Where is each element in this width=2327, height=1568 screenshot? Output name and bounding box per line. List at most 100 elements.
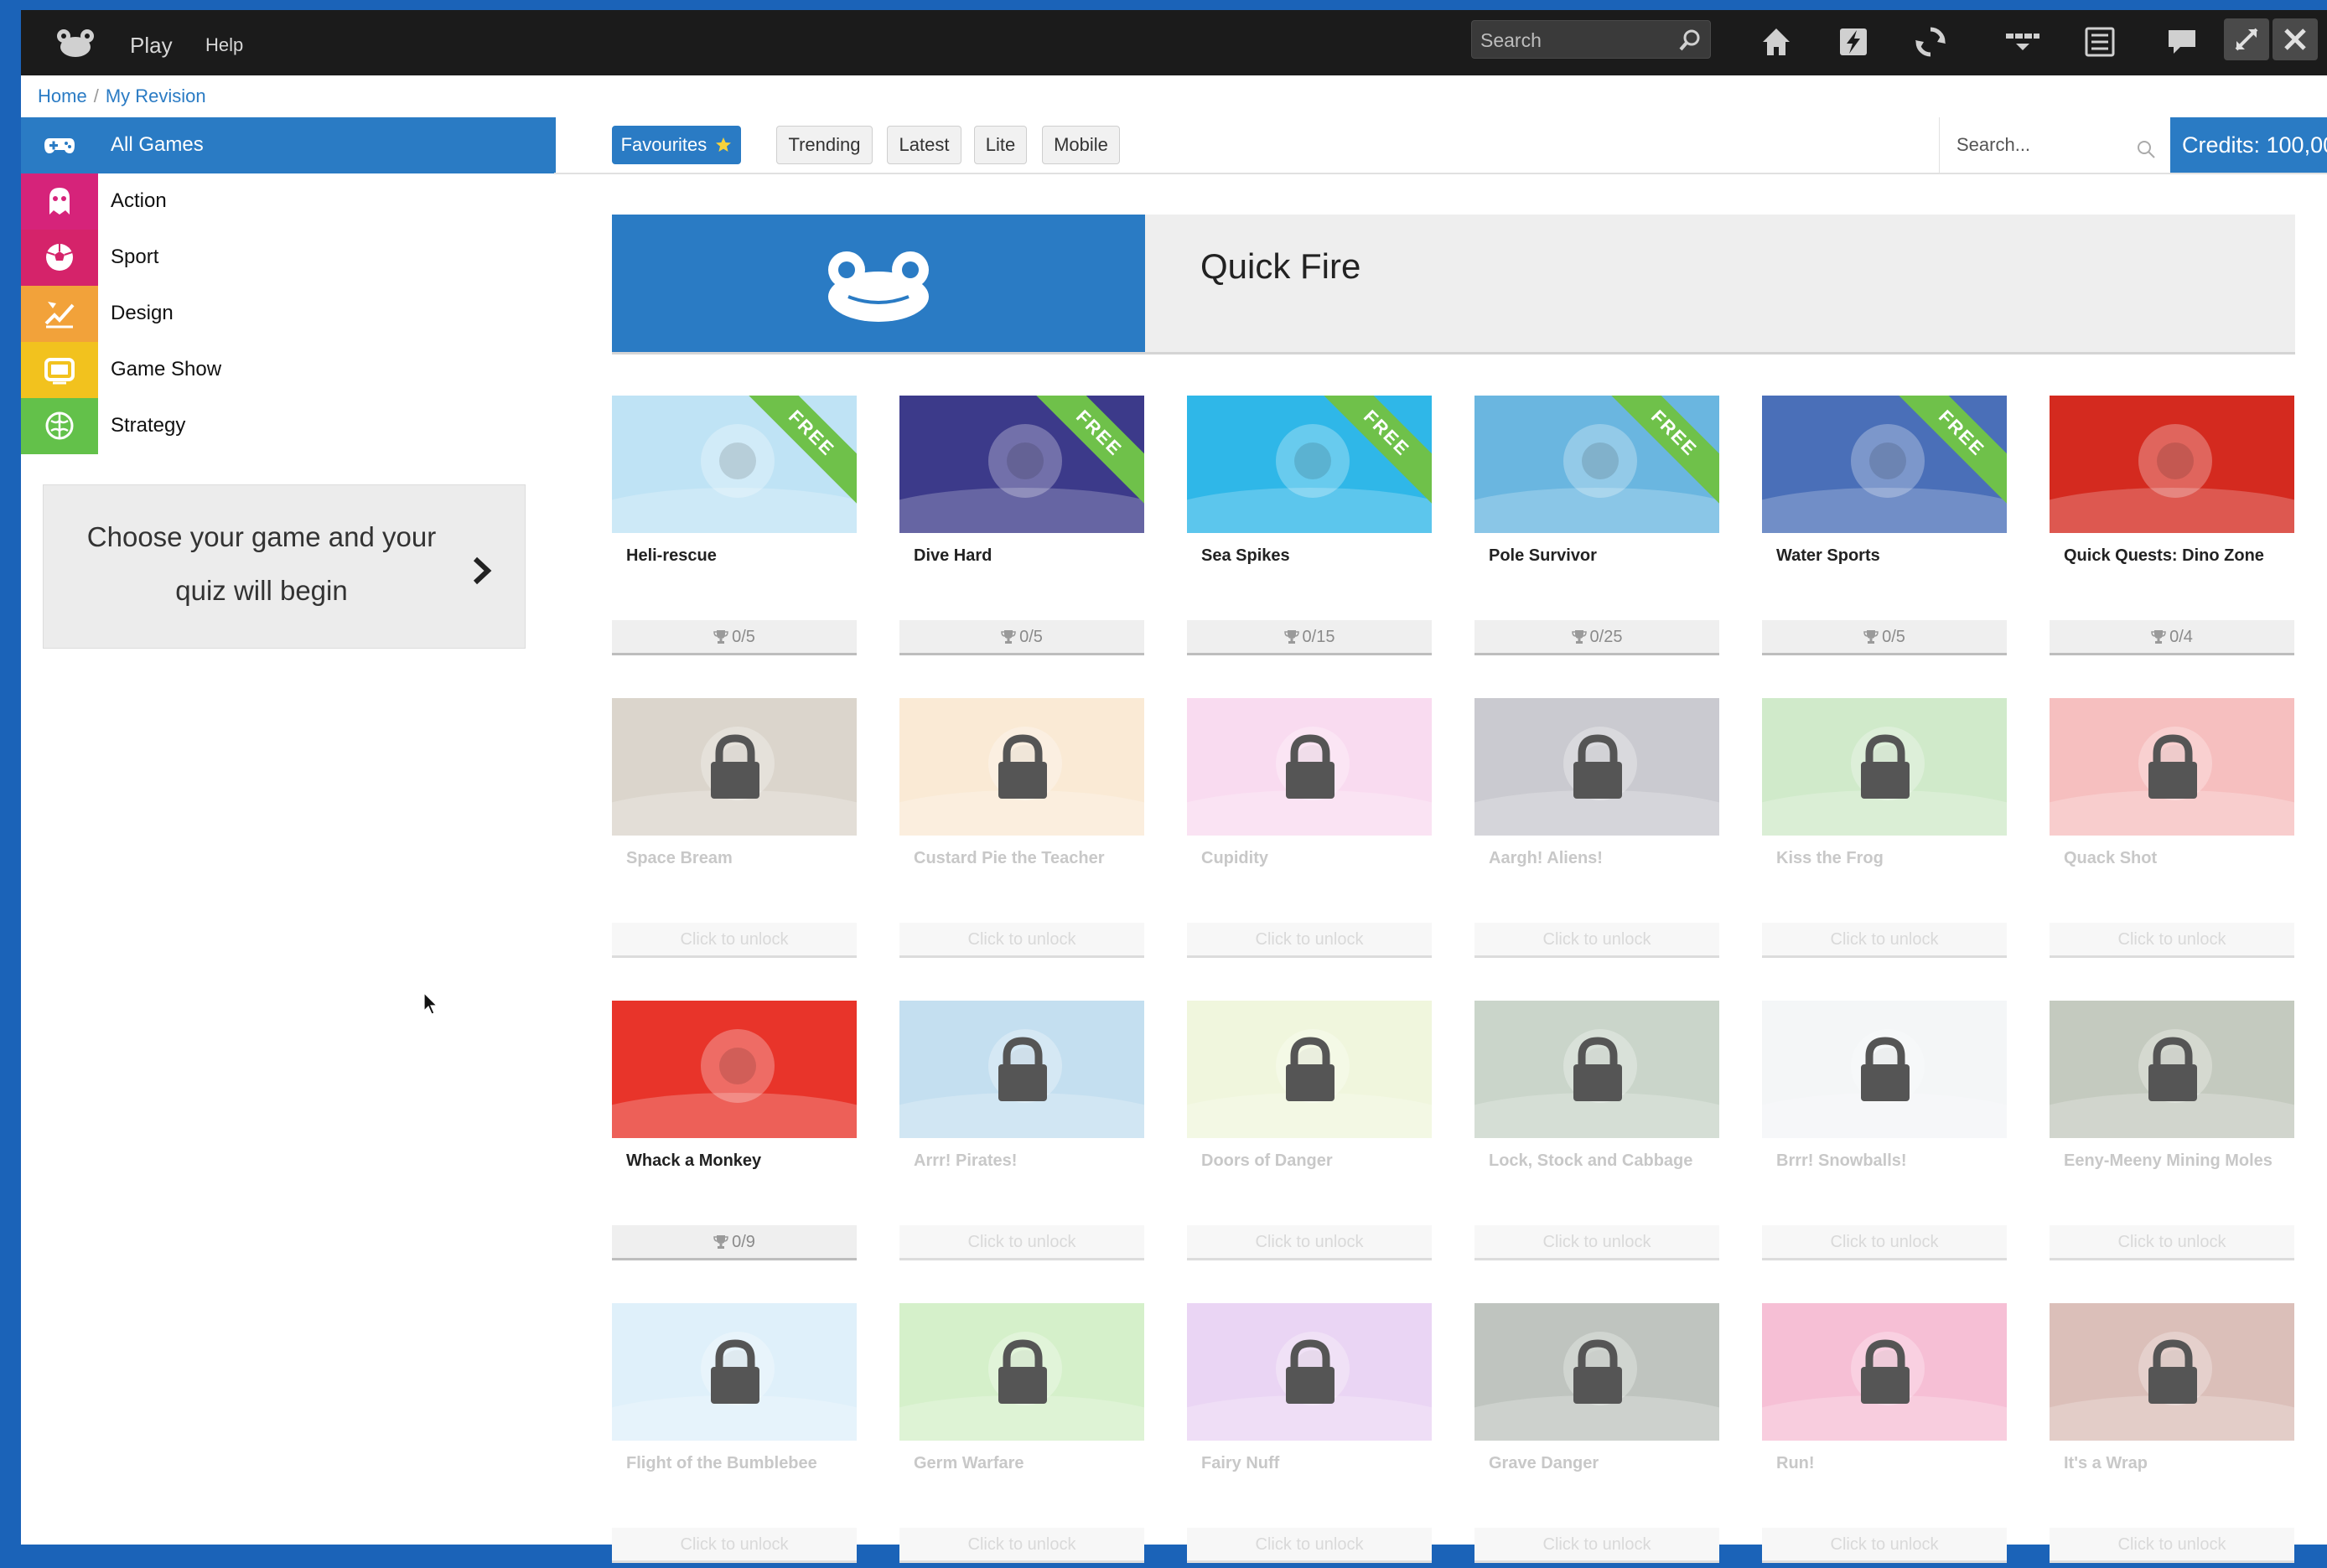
filter-latest[interactable]: Latest	[887, 126, 961, 164]
unlock-button[interactable]: Click to unlock	[899, 923, 1144, 958]
category-game-show[interactable]: Game Show	[21, 342, 556, 398]
game-title[interactable]: Pole Survivor	[1489, 546, 1597, 566]
game-title[interactable]: Brrr! Snowballs!	[1776, 1151, 1907, 1171]
game-card-heli-rescue[interactable]: FREE Heli-rescue 0/5	[612, 396, 857, 660]
frog-icon[interactable]	[56, 27, 95, 59]
game-title[interactable]: Custard Pie the Teacher	[914, 849, 1104, 868]
game-title[interactable]: Heli-rescue	[626, 546, 717, 566]
search-icon[interactable]	[2136, 139, 2156, 159]
breadcrumb-my-revision[interactable]: My Revision	[106, 85, 206, 106]
game-card-brrr-snowballs[interactable]: Brrr! Snowballs! Click to unlock	[1762, 1001, 2007, 1265]
game-card-it-s-a-wrap[interactable]: It's a Wrap Click to unlock	[2050, 1303, 2294, 1568]
unlock-button[interactable]: Click to unlock	[612, 1528, 857, 1563]
unlock-button[interactable]: Click to unlock	[1762, 923, 2007, 958]
search-icon[interactable]	[1678, 28, 1702, 52]
game-title[interactable]: Space Bream	[626, 849, 733, 868]
category-strategy[interactable]: Strategy	[21, 398, 556, 454]
game-title[interactable]: Grave Danger	[1489, 1454, 1599, 1473]
category-sport[interactable]: Sport	[21, 230, 556, 286]
game-title[interactable]: Water Sports	[1776, 546, 1880, 566]
game-title[interactable]: Germ Warfare	[914, 1454, 1024, 1473]
filter-mobile[interactable]: Mobile	[1042, 126, 1120, 164]
game-card-doors-of-danger[interactable]: Doors of Danger Click to unlock	[1187, 1001, 1432, 1265]
game-card-pole-survivor[interactable]: FREE Pole Survivor 0/25	[1474, 396, 1719, 660]
unlock-button[interactable]: Click to unlock	[899, 1528, 1144, 1563]
unlock-button[interactable]: Click to unlock	[1187, 923, 1432, 958]
game-card-whack-a-monkey[interactable]: Whack a Monkey 0/9	[612, 1001, 857, 1265]
unlock-button[interactable]: Click to unlock	[1762, 1225, 2007, 1260]
unlock-button[interactable]: Click to unlock	[2050, 923, 2294, 958]
game-card-quack-shot[interactable]: Quack Shot Click to unlock	[2050, 698, 2294, 963]
unlock-button[interactable]: Click to unlock	[612, 923, 857, 958]
breadcrumb-home[interactable]: Home	[38, 85, 87, 106]
grid-icon[interactable]	[2004, 25, 2041, 59]
game-thumbnail[interactable]: FREE	[899, 396, 1144, 533]
game-card-custard-pie-the-teacher[interactable]: Custard Pie the Teacher Click to unlock	[899, 698, 1144, 963]
recycle-icon[interactable]	[1914, 25, 1947, 59]
game-thumbnail[interactable]: FREE	[612, 396, 857, 533]
game-title[interactable]: Sea Spikes	[1201, 546, 1290, 566]
game-thumbnail[interactable]: FREE	[1762, 396, 2007, 533]
unlock-button[interactable]: Click to unlock	[1474, 923, 1719, 958]
game-card-cupidity[interactable]: Cupidity Click to unlock	[1187, 698, 1432, 963]
unlock-button[interactable]: Click to unlock	[1474, 1528, 1719, 1563]
unlock-button[interactable]: Click to unlock	[2050, 1528, 2294, 1563]
category-action[interactable]: Action	[21, 173, 556, 230]
unlock-button[interactable]: Click to unlock	[1187, 1225, 1432, 1260]
game-thumbnail[interactable]: FREE	[1187, 396, 1432, 533]
game-title[interactable]: Lock, Stock and Cabbage	[1489, 1151, 1692, 1171]
chat-icon[interactable]	[2165, 25, 2199, 59]
unlock-button[interactable]: Click to unlock	[1762, 1528, 2007, 1563]
content-search-input[interactable]	[1940, 117, 2134, 173]
list-icon[interactable]	[2083, 25, 2117, 59]
nav-play[interactable]: Play	[130, 33, 173, 59]
game-thumbnail[interactable]: FREE	[1474, 396, 1719, 533]
game-card-quick-quests-dino-zone[interactable]: Quick Quests: Dino Zone 0/4	[2050, 396, 2294, 660]
game-title[interactable]: Dive Hard	[914, 546, 992, 566]
flash-icon[interactable]	[1837, 25, 1870, 59]
category-all-games[interactable]: All Games	[21, 117, 556, 173]
game-title[interactable]: Quick Quests: Dino Zone	[2064, 546, 2264, 566]
game-card-aargh-aliens[interactable]: Aargh! Aliens! Click to unlock	[1474, 698, 1719, 963]
unlock-button[interactable]: Click to unlock	[2050, 1225, 2294, 1260]
game-card-germ-warfare[interactable]: Germ Warfare Click to unlock	[899, 1303, 1144, 1568]
game-title[interactable]: Flight of the Bumblebee	[626, 1454, 817, 1473]
game-title[interactable]: Whack a Monkey	[626, 1151, 761, 1171]
game-title[interactable]: Arrr! Pirates!	[914, 1151, 1017, 1171]
unlock-button[interactable]: Click to unlock	[1187, 1528, 1432, 1563]
game-card-space-bream[interactable]: Space Bream Click to unlock	[612, 698, 857, 963]
unlock-button[interactable]: Click to unlock	[899, 1225, 1144, 1260]
close-button[interactable]	[2273, 18, 2318, 60]
game-title[interactable]: Quack Shot	[2064, 849, 2157, 868]
unlock-button[interactable]: Click to unlock	[1474, 1225, 1719, 1260]
game-thumbnail[interactable]	[2050, 396, 2294, 533]
game-card-sea-spikes[interactable]: FREE Sea Spikes 0/15	[1187, 396, 1432, 660]
game-card-kiss-the-frog[interactable]: Kiss the Frog Click to unlock	[1762, 698, 2007, 963]
game-card-lock-stock-and-cabbage[interactable]: Lock, Stock and Cabbage Click to unlock	[1474, 1001, 1719, 1265]
game-card-fairy-nuff[interactable]: Fairy Nuff Click to unlock	[1187, 1303, 1432, 1568]
game-title[interactable]: Run!	[1776, 1454, 1815, 1473]
game-title[interactable]: Cupidity	[1201, 849, 1268, 868]
game-title[interactable]: Kiss the Frog	[1776, 849, 1884, 868]
filter-trending[interactable]: Trending	[776, 126, 873, 164]
game-title[interactable]: Doors of Danger	[1201, 1151, 1333, 1171]
minimize-button[interactable]	[2224, 18, 2269, 60]
top-search-input[interactable]	[1472, 21, 1666, 60]
game-card-arrr-pirates[interactable]: Arrr! Pirates! Click to unlock	[899, 1001, 1144, 1265]
game-thumbnail[interactable]	[612, 1001, 857, 1138]
filter-lite[interactable]: Lite	[974, 126, 1027, 164]
game-card-dive-hard[interactable]: FREE Dive Hard 0/5	[899, 396, 1144, 660]
game-card-flight-of-the-bumblebee[interactable]: Flight of the Bumblebee Click to unlock	[612, 1303, 857, 1568]
game-card-grave-danger[interactable]: Grave Danger Click to unlock	[1474, 1303, 1719, 1568]
nav-help[interactable]: Help	[205, 34, 243, 56]
game-card-water-sports[interactable]: FREE Water Sports 0/5	[1762, 396, 2007, 660]
game-title[interactable]: Fairy Nuff	[1201, 1454, 1279, 1473]
game-title[interactable]: It's a Wrap	[2064, 1454, 2148, 1473]
game-title[interactable]: Aargh! Aliens!	[1489, 849, 1603, 868]
game-title[interactable]: Eeny-Meeny Mining Moles	[2064, 1151, 2273, 1171]
chevron-right-icon[interactable]	[471, 556, 493, 586]
game-card-eeny-meeny-mining-moles[interactable]: Eeny-Meeny Mining Moles Click to unlock	[2050, 1001, 2294, 1265]
filter-favourites[interactable]: Favourites	[612, 126, 741, 164]
category-design[interactable]: Design	[21, 286, 556, 342]
promo-panel[interactable]: Choose your game and your quiz will begi…	[43, 484, 526, 649]
